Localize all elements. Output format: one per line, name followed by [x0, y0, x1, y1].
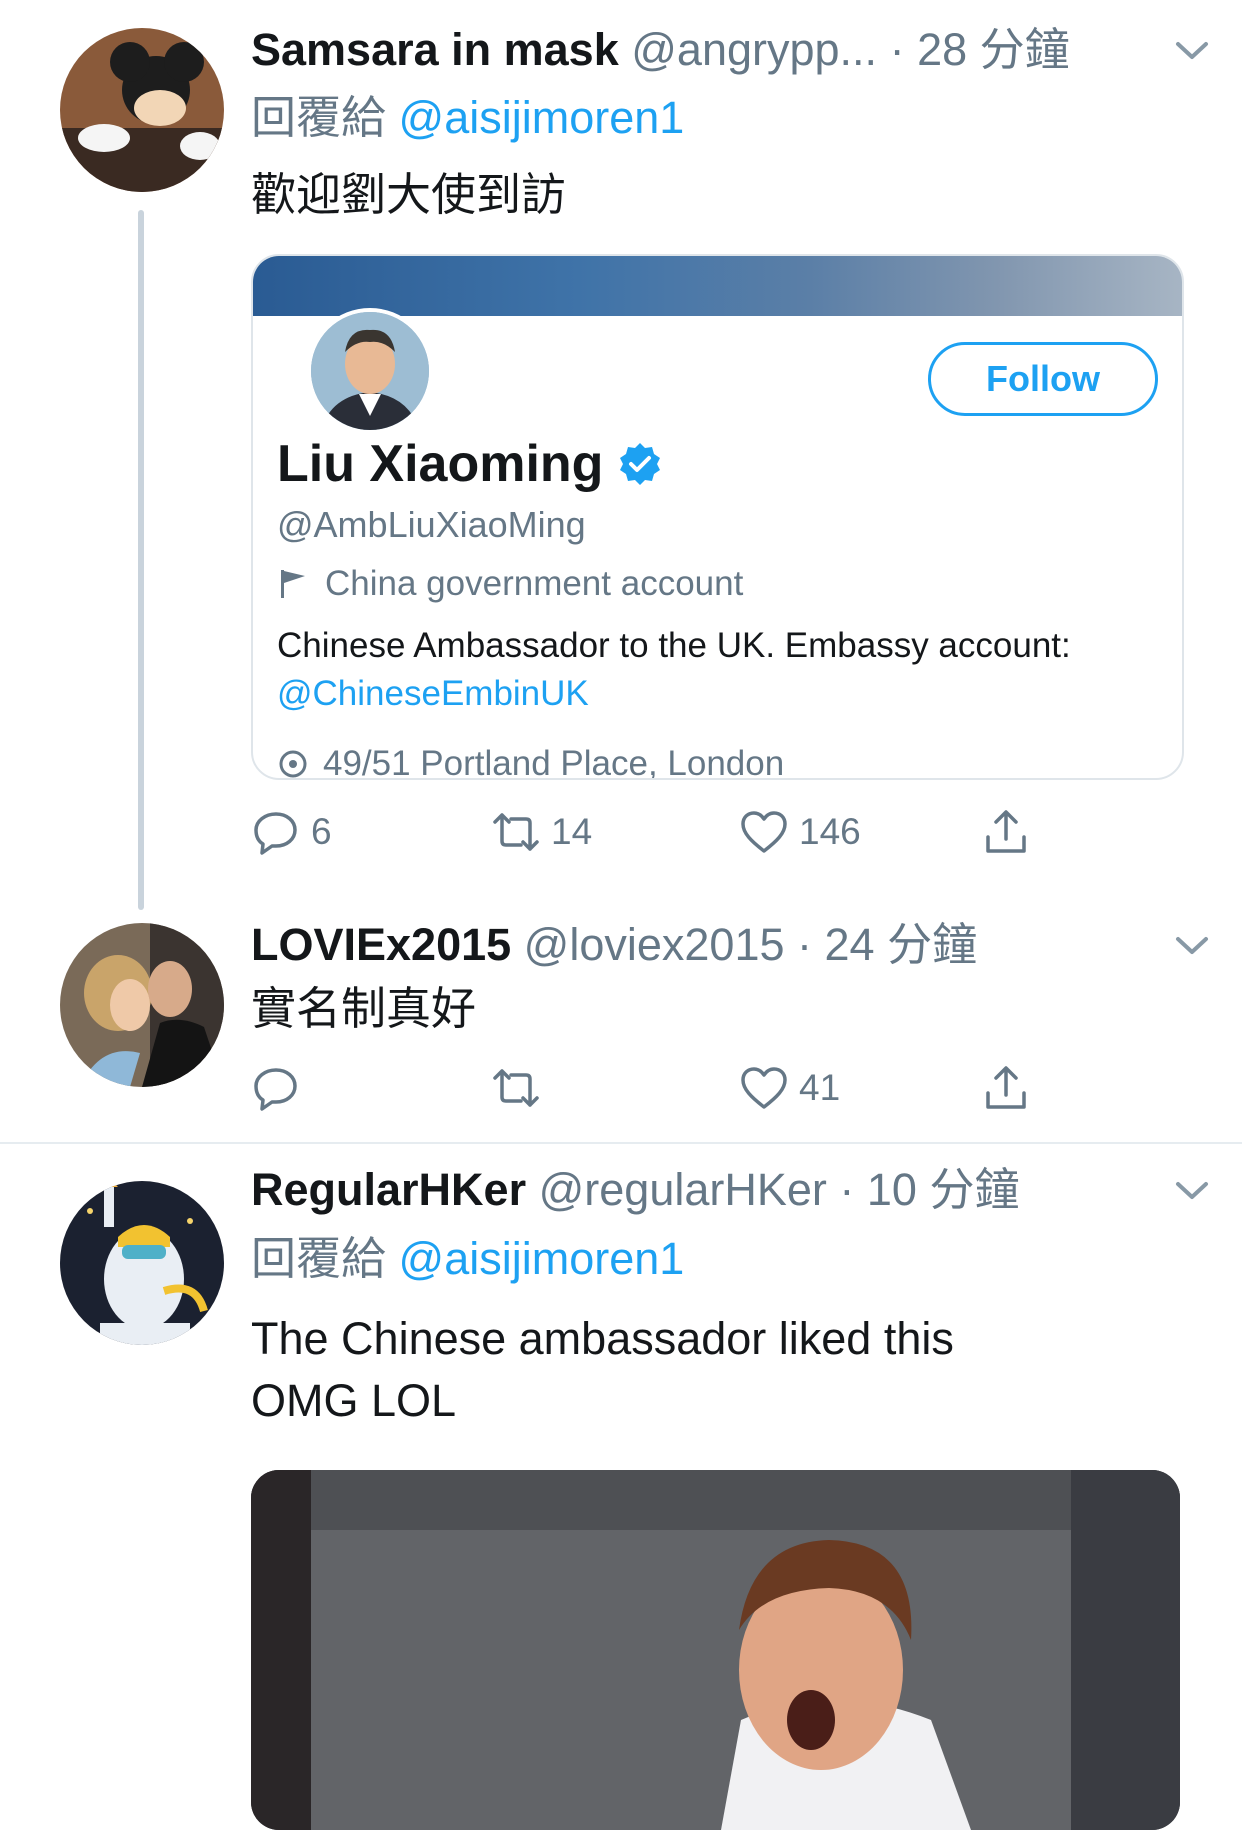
verified-badge-icon	[620, 443, 661, 485]
tweet-header: RegularHKer @regularHKer · 10 分鐘	[251, 1160, 1212, 1220]
retweet-count: 14	[551, 811, 593, 852]
profile-bio: Chinese Ambassador to the UK. Embassy ac…	[277, 622, 1162, 718]
tweet-text: The Chinese ambassador liked this OMG LO…	[251, 1313, 954, 1426]
separator-dot: ·	[889, 24, 918, 75]
bio-mention-link[interactable]: @ChineseEmbinUK	[277, 674, 589, 713]
retweet-button[interactable]: 14	[491, 802, 592, 862]
reply-icon	[254, 812, 297, 855]
profile-username: @AmbLiuXiaoMing	[277, 504, 586, 545]
display-name[interactable]: LOVIEx2015	[251, 919, 511, 970]
timestamp[interactable]: 28 分鐘	[917, 24, 1070, 75]
reply-count: 6	[311, 811, 332, 852]
profile-location: 49/51 Portland Place, London	[277, 744, 785, 780]
reply-mention-link[interactable]: @aisijimoren1	[399, 92, 685, 143]
avatar[interactable]	[60, 923, 224, 1087]
username[interactable]: @angrypp...	[631, 24, 877, 75]
reply-prefix: 回覆給	[251, 92, 399, 143]
separator-dot: ·	[839, 1164, 867, 1215]
display-name[interactable]: RegularHKer	[251, 1164, 526, 1215]
reply-button[interactable]	[251, 1058, 311, 1118]
government-label: China government account	[277, 564, 743, 604]
tweet-actions: 6 14 146	[251, 802, 1051, 862]
tweet-text: 歡迎劉大使到訪	[251, 169, 567, 220]
tweet-text: 實名制真好	[251, 983, 477, 1034]
share-button[interactable]	[981, 802, 1041, 862]
tweet-divider	[0, 1142, 1242, 1144]
like-count: 41	[799, 1067, 841, 1108]
retweet-icon	[493, 1069, 539, 1107]
reply-mention-link[interactable]: @aisijimoren1	[399, 1233, 685, 1284]
tweet-actions: 41	[251, 1058, 1051, 1118]
location-icon	[279, 750, 307, 778]
chevron-down-icon	[1176, 42, 1208, 59]
display-name[interactable]: Samsara in mask	[251, 24, 619, 75]
tweet-menu-button[interactable]	[1172, 30, 1212, 70]
reply-prefix: 回覆給	[251, 1233, 399, 1284]
reply-context: 回覆給 @aisijimoren1	[251, 88, 684, 148]
separator-dot: ·	[797, 919, 825, 970]
share-button[interactable]	[981, 1058, 1041, 1118]
tweet-menu-button[interactable]	[1172, 1170, 1212, 1210]
like-icon	[741, 1067, 787, 1109]
chevron-down-icon	[1176, 937, 1208, 954]
profile-location-text: 49/51 Portland Place, London	[323, 744, 785, 780]
share-icon	[986, 1066, 1026, 1109]
like-button[interactable]: 41	[739, 1058, 840, 1118]
tweet-header: Samsara in mask @angrypp... · 28 分鐘	[251, 20, 1212, 80]
follow-button[interactable]: Follow	[928, 342, 1158, 416]
tweet-media-gif[interactable]	[251, 1470, 1180, 1830]
reply-context: 回覆給 @aisijimoren1	[251, 1229, 684, 1289]
profile-name[interactable]: Liu Xiaoming	[277, 434, 663, 494]
tweet-header: LOVIEx2015 @loviex2015 · 24 分鐘	[251, 915, 1212, 975]
retweet-icon	[493, 813, 539, 851]
like-button[interactable]: 146	[739, 802, 861, 862]
avatar[interactable]	[60, 1181, 224, 1345]
username[interactable]: @loviex2015	[524, 919, 785, 970]
timestamp[interactable]: 24 分鐘	[825, 919, 978, 970]
profile-name-text: Liu Xiaoming	[277, 435, 604, 493]
profile-avatar[interactable]	[307, 308, 433, 434]
profile-bio-text: Chinese Ambassador to the UK. Embassy ac…	[277, 626, 1071, 665]
reply-icon	[254, 1068, 297, 1111]
profile-banner	[253, 256, 1182, 316]
government-label-text: China government account	[325, 564, 744, 603]
tweet-menu-button[interactable]	[1172, 925, 1212, 965]
timestamp[interactable]: 10 分鐘	[867, 1164, 1020, 1215]
retweet-button[interactable]	[491, 1058, 551, 1118]
flag-icon	[281, 570, 305, 598]
thread-line	[138, 210, 144, 910]
embedded-profile-card[interactable]: Follow Liu Xiaoming @AmbLiuXiaoMing Chin…	[251, 254, 1184, 780]
tweet[interactable]: LOVIEx2015 @loviex2015 · 24 分鐘 實名制真好 41	[0, 900, 1242, 1140]
tweet[interactable]: RegularHKer @regularHKer · 10 分鐘 回覆給 @ai…	[0, 1145, 1242, 1830]
share-icon	[986, 810, 1026, 853]
like-icon	[741, 811, 787, 853]
chevron-down-icon	[1176, 1182, 1208, 1199]
reply-button[interactable]: 6	[251, 802, 332, 862]
tweet[interactable]: Samsara in mask @angrypp... · 28 分鐘 回覆給 …	[0, 0, 1242, 910]
like-count: 146	[799, 811, 861, 852]
username[interactable]: @regularHKer	[539, 1164, 827, 1215]
avatar[interactable]	[60, 28, 224, 192]
